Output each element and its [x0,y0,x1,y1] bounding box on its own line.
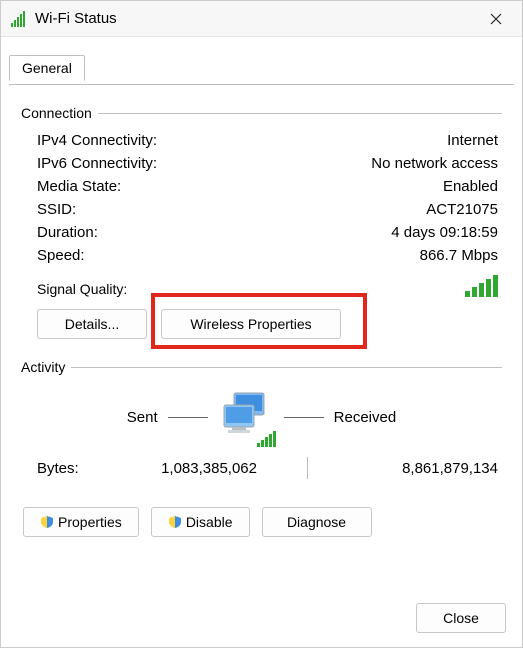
speed-label: Speed: [37,247,85,264]
media-state-label: Media State: [37,178,121,195]
ipv6-label: IPv6 Connectivity: [37,155,157,172]
activity-row: Sent Rece [21,383,502,451]
shield-icon [40,515,54,529]
signal-quality-label: Signal Quality: [37,281,127,297]
details-button[interactable]: Details... [37,309,147,339]
duration-label: Duration: [37,224,98,241]
disable-button-label: Disable [186,514,233,530]
wireless-properties-button[interactable]: Wireless Properties [161,309,341,339]
disable-button[interactable]: Disable [151,507,250,537]
group-connection: Connection [21,105,502,121]
speed-value: 866.7 Mbps [420,247,498,264]
shield-icon [168,515,182,529]
ssid-label: SSID: [37,201,76,218]
diagnose-button[interactable]: Diagnose [262,507,372,537]
tab-strip: General [1,55,522,85]
bytes-received-value: 8,861,879,134 [358,460,498,477]
bytes-separator [307,457,308,479]
window-title: Wi-Fi Status [35,10,474,27]
group-activity-label: Activity [21,359,65,375]
close-icon[interactable] [474,4,518,34]
group-activity: Activity [21,359,502,375]
ipv6-value: No network access [371,155,498,172]
close-button[interactable]: Close [416,603,506,633]
tab-general[interactable]: General [9,55,85,81]
wifi-status-window: Wi-Fi Status General Connection IPv4 Con… [0,0,523,648]
wifi-icon [11,11,27,27]
footer: Close [1,589,522,647]
group-connection-label: Connection [21,105,92,121]
signal-bars-icon [465,273,498,297]
content-area: Connection IPv4 Connectivity: Internet IP… [1,85,522,589]
sent-label: Sent [127,409,158,426]
media-state-value: Enabled [443,178,498,195]
bytes-sent-value: 1,083,385,062 [117,460,257,477]
ipv4-label: IPv4 Connectivity: [37,132,157,149]
received-label: Received [334,409,397,426]
properties-button-label: Properties [58,514,122,530]
titlebar: Wi-Fi Status [1,1,522,37]
duration-value: 4 days 09:18:59 [391,224,498,241]
ssid-value: ACT21075 [426,201,498,218]
monitors-icon [218,389,274,445]
connection-fields: IPv4 Connectivity: Internet IPv6 Connecti… [21,129,502,299]
properties-button[interactable]: Properties [23,507,139,537]
ipv4-value: Internet [447,132,498,149]
bytes-label: Bytes: [37,460,117,477]
